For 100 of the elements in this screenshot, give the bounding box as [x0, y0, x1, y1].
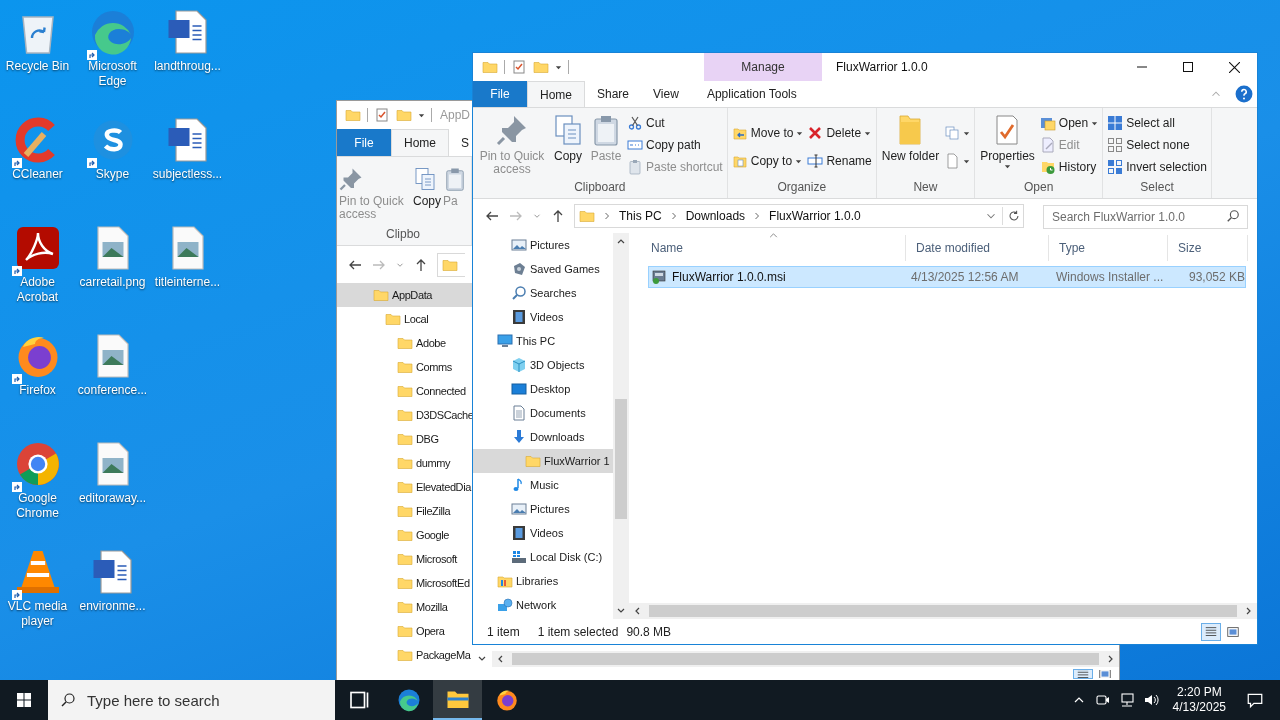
- tree-item[interactable]: AppData: [337, 283, 472, 307]
- camera-icon[interactable]: [1094, 692, 1111, 708]
- tree-item[interactable]: Libraries: [473, 569, 613, 593]
- tree-item[interactable]: Videos: [473, 521, 613, 545]
- tree-item[interactable]: Mozilla: [337, 595, 472, 619]
- picture-icon: [511, 237, 527, 253]
- delete-x-icon: [807, 125, 824, 141]
- folder-icon: [397, 407, 413, 423]
- column-header[interactable]: Name: [641, 235, 906, 261]
- ribbon-tab[interactable]: Home: [391, 129, 449, 156]
- view-button[interactable]: [1201, 622, 1221, 641]
- tree-item[interactable]: PackageMa: [337, 643, 472, 667]
- breadcrumb[interactable]: Downloads: [685, 207, 746, 225]
- tree-item[interactable]: Documents: [473, 401, 613, 425]
- tree-item[interactable]: Downloads: [473, 425, 613, 449]
- search-field[interactable]: Type here to search: [48, 680, 335, 720]
- folder-icon: [579, 208, 595, 224]
- view-button[interactable]: [1073, 669, 1093, 679]
- scrollbar[interactable]: [629, 603, 1257, 619]
- group-label: Select: [1139, 179, 1175, 196]
- tree-item[interactable]: Microsoft: [337, 547, 472, 571]
- ribbon-tab[interactable]: View: [641, 81, 691, 107]
- ribbon-button[interactable]: History: [1038, 156, 1100, 178]
- tree-item[interactable]: FileZilla: [337, 499, 472, 523]
- folder-icon: [385, 311, 401, 327]
- ribbon-button[interactable]: Delete: [806, 122, 873, 144]
- ribbon-button[interactable]: New folder: [879, 112, 942, 163]
- file-name: FluxWarrior 1.0.0.msi: [672, 269, 786, 286]
- tree-item[interactable]: 3D Objects: [473, 353, 613, 377]
- ribbon-tab[interactable]: S: [449, 129, 472, 156]
- tree-item[interactable]: Opera: [337, 619, 472, 643]
- ribbon-button[interactable]: Select none: [1106, 134, 1208, 156]
- cube-icon: [511, 357, 527, 373]
- tree-item[interactable]: Pictures: [473, 497, 613, 521]
- tree-item[interactable]: Searches: [473, 281, 613, 305]
- tree-item[interactable]: Adobe: [337, 331, 472, 355]
- tree-item[interactable]: Music: [473, 473, 613, 497]
- column-header[interactable]: Date modified: [906, 235, 1049, 261]
- tree-item[interactable]: FluxWarrior 1: [473, 449, 613, 473]
- ribbon-button[interactable]: Copy to: [730, 150, 805, 172]
- file-row[interactable]: FluxWarrior 1.0.0.msi 4/13/2025 12:56 AM Windows Installer ... 93,052 KB: [648, 266, 1246, 288]
- ribbon-button[interactable]: Rename: [806, 150, 873, 172]
- ribbon-button[interactable]: Select all: [1106, 112, 1208, 134]
- date-cell-text: 4/13/2025 12:56 AM: [910, 269, 1020, 286]
- address-bar[interactable]: This PC Downloads FluxWarrior 1.0.0: [574, 204, 1024, 228]
- ribbon-button[interactable]: Open: [1038, 112, 1100, 134]
- grid-outline-icon: [1107, 137, 1124, 153]
- monitor-icon: [497, 333, 513, 349]
- tree-item[interactable]: Comms: [337, 355, 472, 379]
- scrollbar[interactable]: [613, 233, 629, 619]
- ribbon-button[interactable]: Invert selection: [1106, 156, 1208, 178]
- taskbar-app[interactable]: [433, 680, 482, 720]
- copy-icon: [552, 114, 584, 146]
- refresh-icon[interactable]: [1007, 209, 1021, 223]
- clock[interactable]: 2:20 PM 4/13/2025: [1166, 685, 1232, 715]
- tree-item[interactable]: Desktop: [473, 377, 613, 401]
- help-icon[interactable]: [1235, 85, 1253, 103]
- network-icon[interactable]: [1118, 692, 1135, 708]
- edit-icon: [1039, 137, 1056, 153]
- speaker-icon[interactable]: [1142, 692, 1159, 708]
- tree-item[interactable]: ElevatedDia: [337, 475, 472, 499]
- folder-icon: [397, 359, 413, 375]
- ribbon-tab[interactable]: File: [337, 129, 391, 156]
- tree-item[interactable]: MicrosoftEd: [337, 571, 472, 595]
- clipboard-icon: [443, 167, 467, 191]
- ribbon-button[interactable]: Copy: [413, 161, 441, 208]
- tree-item[interactable]: Videos: [473, 305, 613, 329]
- search-field[interactable]: Search FluxWarrior 1.0.0: [1043, 204, 1248, 229]
- ribbon-tab[interactable]: File: [473, 81, 527, 107]
- tree-item[interactable]: Local: [337, 307, 472, 331]
- column-header[interactable]: Type: [1049, 235, 1168, 261]
- tree-item[interactable]: This PC: [473, 329, 613, 353]
- ribbon-button[interactable]: Copy path: [626, 134, 724, 156]
- tree-item[interactable]: Connected: [337, 379, 472, 403]
- ribbon-button[interactable]: Move to: [730, 122, 805, 144]
- close-icon: [1228, 61, 1240, 73]
- ribbon-button[interactable]: Cut: [626, 112, 724, 134]
- scrollbar[interactable]: [492, 651, 1119, 667]
- ribbon-button[interactable]: Properties: [978, 112, 1037, 170]
- tree-item[interactable]: Pictures: [473, 233, 613, 257]
- tree-item[interactable]: D3DSCache: [337, 403, 472, 427]
- search-icon: [511, 285, 527, 301]
- breadcrumb[interactable]: This PC: [619, 207, 662, 225]
- breadcrumb[interactable]: FluxWarrior 1.0.0: [769, 207, 861, 225]
- tree-item[interactable]: Network: [473, 593, 613, 617]
- ribbon-button[interactable]: Copy: [550, 112, 586, 163]
- tree-item[interactable]: DBG: [337, 427, 472, 451]
- open-app-icon: [1039, 115, 1056, 131]
- folder-icon: [397, 527, 413, 543]
- icon-label[interactable]: environme...: [75, 599, 150, 614]
- tree-item[interactable]: Saved Games: [473, 257, 613, 281]
- tree-item[interactable]: dummy: [337, 451, 472, 475]
- ribbon-tab[interactable]: Home: [527, 81, 585, 107]
- scroll-thumb[interactable]: [615, 399, 627, 519]
- folder-icon: [533, 59, 549, 75]
- download-arrow-icon: [511, 429, 527, 445]
- tree-item[interactable]: Local Disk (C:): [473, 545, 613, 569]
- tree-item[interactable]: Google: [337, 523, 472, 547]
- column-header[interactable]: Size: [1168, 235, 1248, 261]
- ribbon-tab[interactable]: Share: [585, 81, 642, 107]
